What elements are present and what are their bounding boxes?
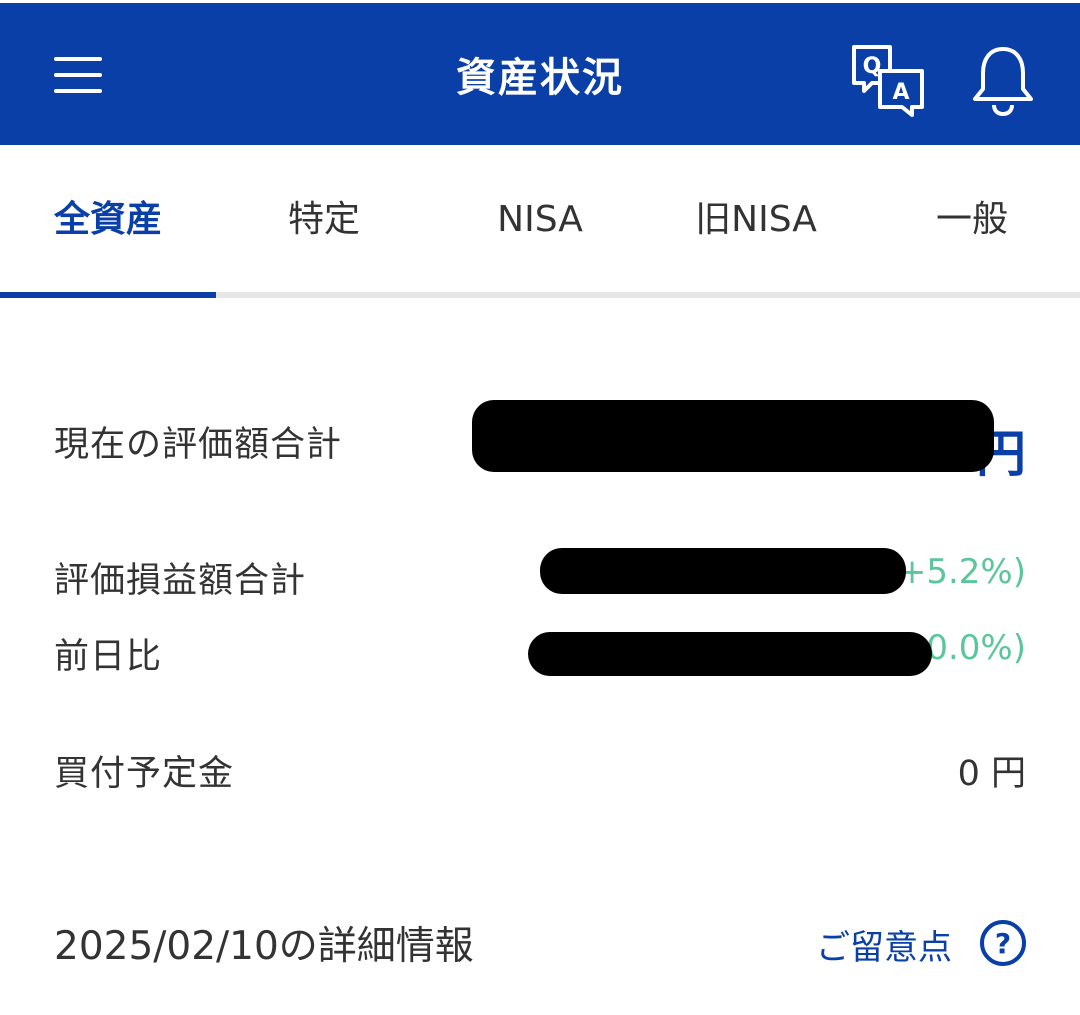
tab-nisa[interactable]: NISA [432,145,648,295]
tab-specific[interactable]: 特定 [216,145,432,295]
planned-purchase-label: 買付予定金 [54,754,235,794]
bell-icon[interactable] [970,45,1036,117]
unrealized-gain-value: +5.2%) [897,552,1026,592]
day-change-value: 0.0%) [926,628,1026,668]
app-header: 資産状況 Q A [0,0,1080,145]
tab-all-assets[interactable]: 全資産 [0,145,216,295]
redaction-bar [472,400,994,472]
redaction-bar [528,632,932,676]
planned-purchase-value: 0 円 [957,754,1026,794]
active-tab-indicator [0,292,216,298]
detail-info-title: 2025/02/10の詳細情報 [54,924,474,969]
tab-general[interactable]: 一般 [864,145,1080,295]
day-change-label: 前日比 [54,637,163,677]
svg-text:?: ? [995,927,1011,960]
tab-old-nisa[interactable]: 旧NISA [648,145,864,295]
account-tabs: 全資産 特定 NISA 旧NISA 一般 [0,145,1080,298]
redaction-bar [540,548,906,594]
qa-chat-icon[interactable]: Q A [850,43,926,117]
question-circle-icon[interactable]: ? [978,918,1028,968]
unrealized-gain-label: 評価損益額合計 [54,561,307,601]
total-valuation-label: 現在の評価額合計 [54,425,343,465]
svg-text:A: A [892,80,909,105]
notes-link[interactable]: ご留意点 [816,920,952,969]
